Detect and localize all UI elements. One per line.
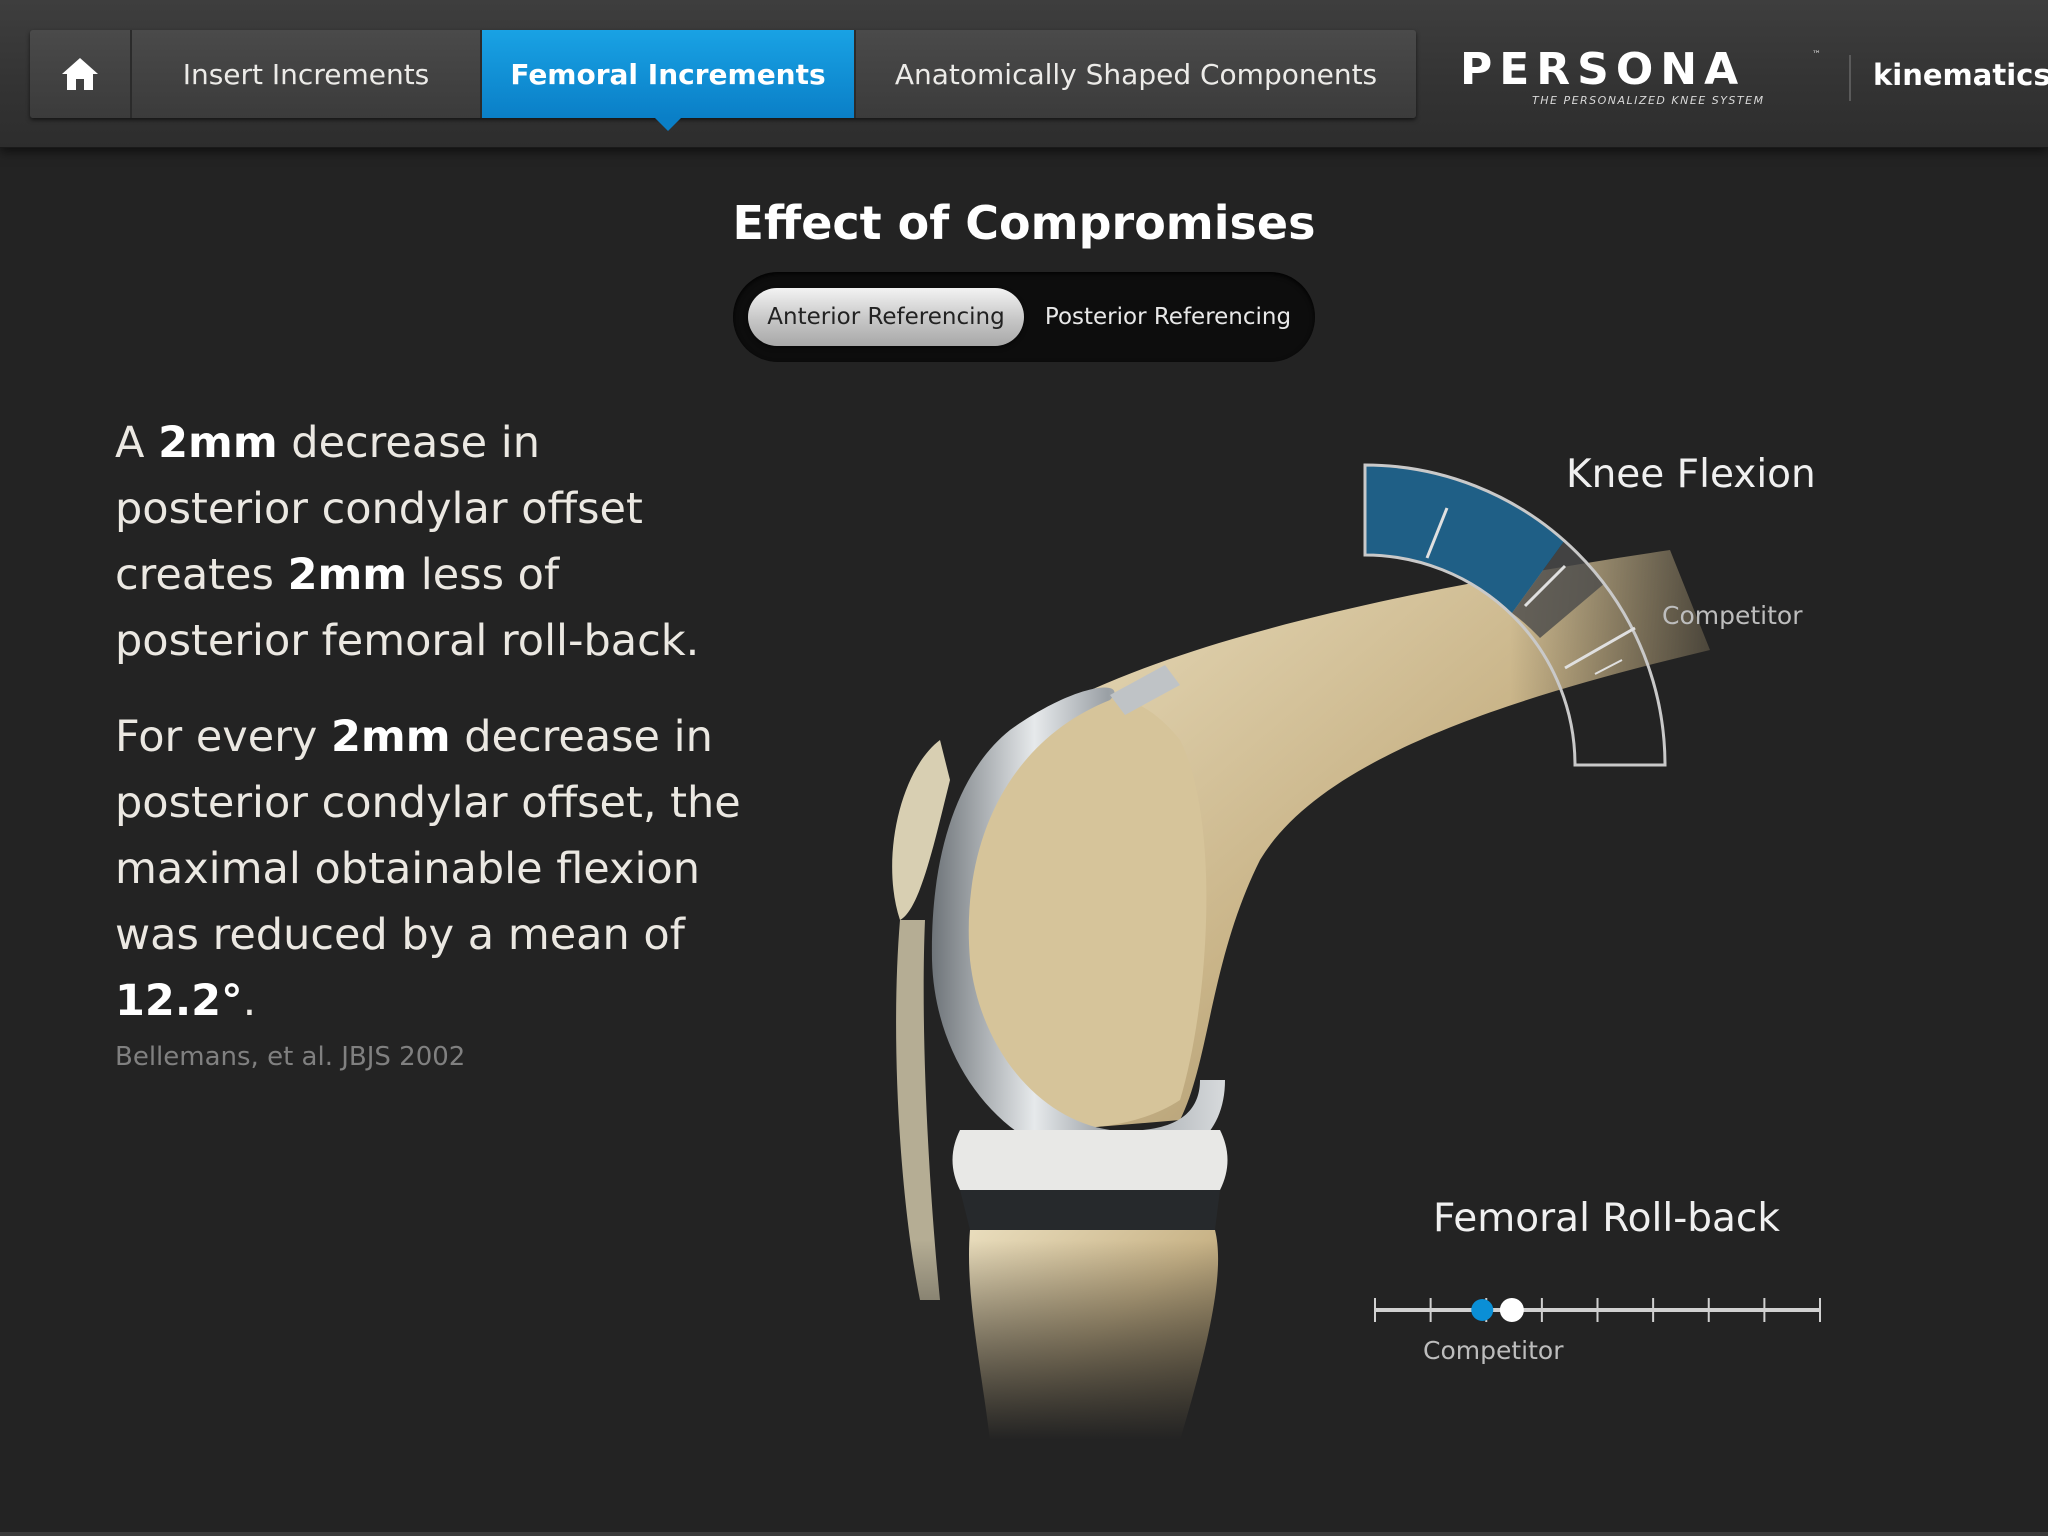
brand-divider bbox=[1849, 55, 1851, 101]
persona-logo: PERSONA ™ THE PERSONALIZED KNEE SYSTEM bbox=[1460, 44, 1830, 110]
femoral-rollback-title: Femoral Roll-back bbox=[1433, 1196, 1780, 1241]
femoral-rollback-scale bbox=[1374, 1298, 1821, 1322]
page-title: Effect of Compromises bbox=[732, 196, 1316, 250]
citation: Bellemans, et al. JBJS 2002 bbox=[115, 1042, 466, 1072]
anterior-referencing-button[interactable]: Anterior Referencing bbox=[748, 288, 1024, 346]
posterior-referencing-button[interactable]: Posterior Referencing bbox=[1033, 288, 1303, 346]
rollback-competitor-marker bbox=[1471, 1299, 1494, 1321]
home-button[interactable] bbox=[30, 30, 132, 118]
bottom-edge bbox=[0, 1532, 2048, 1536]
rollback-persona-marker bbox=[1499, 1298, 1524, 1322]
home-icon bbox=[62, 58, 98, 90]
referencing-toggle: Anterior Referencing Posterior Referenci… bbox=[733, 272, 1315, 362]
femoral-rollback-competitor-label: Competitor bbox=[1423, 1336, 1564, 1365]
brand-name: PERSONA bbox=[1460, 44, 1746, 95]
nav-tabs: Insert Increments Femoral Increments Ana… bbox=[30, 30, 1416, 131]
body-paragraph-1: A 2mm decrease in posterior condylar off… bbox=[115, 418, 700, 666]
brand-trademark: ™ bbox=[1812, 50, 1821, 60]
top-bar: Insert Increments Femoral Increments Ana… bbox=[0, 0, 2048, 148]
brand-tagline: THE PERSONALIZED KNEE SYSTEM bbox=[1532, 94, 1765, 107]
tab-insert-increments[interactable]: Insert Increments bbox=[132, 30, 482, 118]
knee-flexion-competitor-label: Competitor bbox=[1662, 601, 1803, 630]
knee-flexion-title: Knee Flexion bbox=[1566, 452, 1816, 497]
knee-flexion-gauge bbox=[1363, 463, 1667, 767]
product-name: kinematics bbox=[1873, 58, 2048, 92]
body-paragraph-2: For every 2mm decrease in posterior cond… bbox=[115, 712, 741, 1026]
tab-anatomically-shaped-components[interactable]: Anatomically Shaped Components bbox=[856, 30, 1416, 118]
tab-femoral-increments[interactable]: Femoral Increments bbox=[482, 30, 856, 131]
